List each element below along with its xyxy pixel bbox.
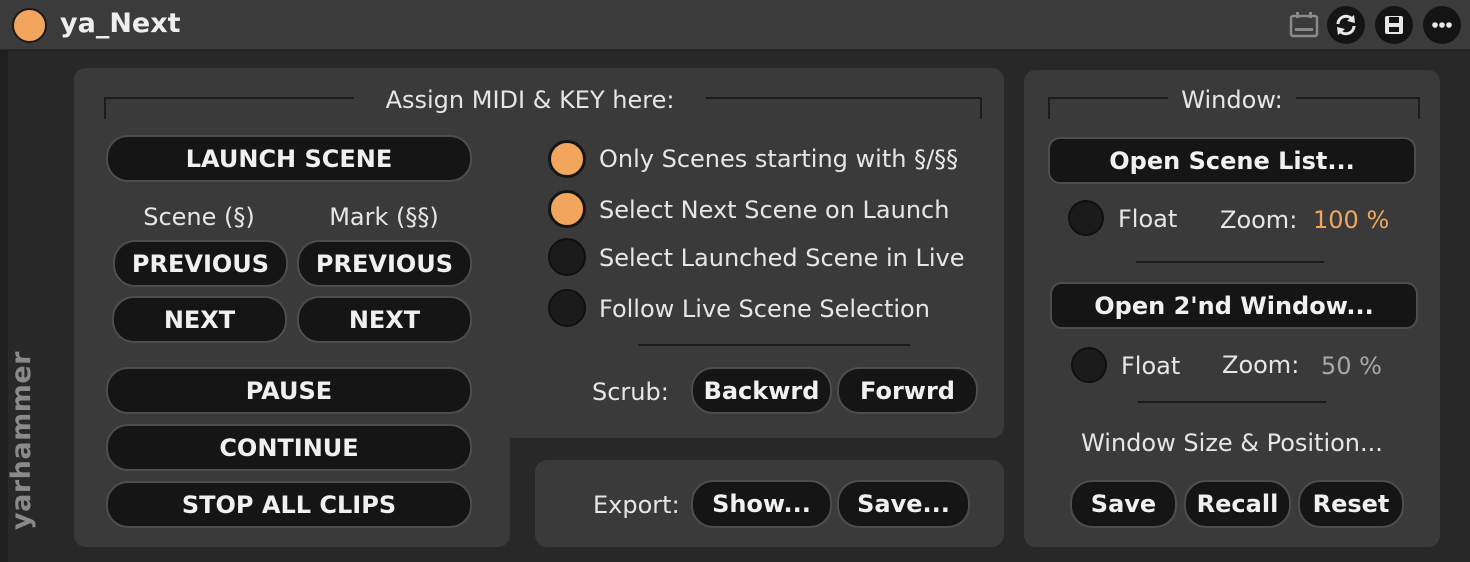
keyboard-icon[interactable]	[1288, 10, 1320, 40]
option-select-launched-label: Select Launched Scene in Live	[599, 244, 965, 272]
sync-icon[interactable]	[1327, 6, 1365, 44]
float-label-2: Float	[1121, 352, 1181, 380]
zoom-value-1[interactable]: 100 %	[1313, 205, 1389, 235]
pause-button[interactable]: PAUSE	[106, 367, 472, 414]
continue-button[interactable]: CONTINUE	[106, 424, 472, 471]
window-heading: Window:	[1181, 86, 1283, 114]
launch-scene-button[interactable]: LAUNCH SCENE	[106, 135, 472, 182]
export-label: Export:	[593, 491, 680, 519]
zoom-label-2: Zoom:	[1222, 351, 1300, 379]
window-recall-button[interactable]: Recall	[1184, 480, 1291, 528]
option-follow-selection-toggle[interactable]	[548, 289, 586, 327]
scene-previous-button[interactable]: PREVIOUS	[113, 240, 288, 287]
option-only-scenes-toggle[interactable]	[548, 140, 586, 178]
option-select-next-label: Select Next Scene on Launch	[599, 196, 950, 224]
save-icon[interactable]	[1375, 6, 1413, 44]
float-toggle-2[interactable]	[1071, 347, 1107, 383]
zoom-value-2[interactable]: 50 %	[1321, 351, 1382, 381]
scrub-backward-button[interactable]: Backwrd	[691, 367, 832, 414]
float-toggle-1[interactable]	[1068, 200, 1104, 236]
device-power-toggle[interactable]	[12, 8, 47, 43]
brand-label: yarhammer	[6, 351, 37, 530]
divider	[638, 344, 910, 346]
option-select-next-toggle[interactable]	[548, 190, 586, 228]
more-icon[interactable]	[1423, 6, 1461, 44]
option-follow-selection-label: Follow Live Scene Selection	[599, 295, 930, 323]
window-reset-button[interactable]: Reset	[1298, 480, 1404, 528]
open-second-window-button[interactable]: Open 2'nd Window...	[1050, 282, 1418, 329]
mark-label: Mark (§§)	[329, 203, 439, 231]
device-title: ya_Next	[60, 8, 181, 39]
mark-previous-button[interactable]: PREVIOUS	[297, 240, 472, 287]
divider	[1136, 261, 1324, 263]
scene-label: Scene (§)	[143, 203, 255, 231]
scene-next-button[interactable]: NEXT	[112, 296, 287, 343]
option-select-launched-toggle[interactable]	[548, 238, 586, 276]
scrub-forward-button[interactable]: Forwrd	[837, 367, 978, 414]
export-save-button[interactable]: Save...	[837, 480, 970, 528]
mark-next-button[interactable]: NEXT	[297, 296, 472, 343]
open-scene-list-button[interactable]: Open Scene List...	[1048, 137, 1416, 184]
title-bar	[0, 0, 1470, 50]
window-save-button[interactable]: Save	[1070, 480, 1177, 528]
assign-heading: Assign MIDI & KEY here:	[385, 86, 675, 114]
scrub-label: Scrub:	[592, 378, 669, 406]
divider	[1138, 401, 1326, 403]
window-size-position-label: Window Size & Position...	[1081, 429, 1383, 457]
option-only-scenes-label: Only Scenes starting with §/§§	[599, 145, 959, 173]
float-label-1: Float	[1118, 205, 1178, 233]
stop-all-clips-button[interactable]: STOP ALL CLIPS	[106, 481, 472, 528]
zoom-label-1: Zoom:	[1220, 206, 1298, 234]
export-show-button[interactable]: Show...	[691, 480, 832, 528]
